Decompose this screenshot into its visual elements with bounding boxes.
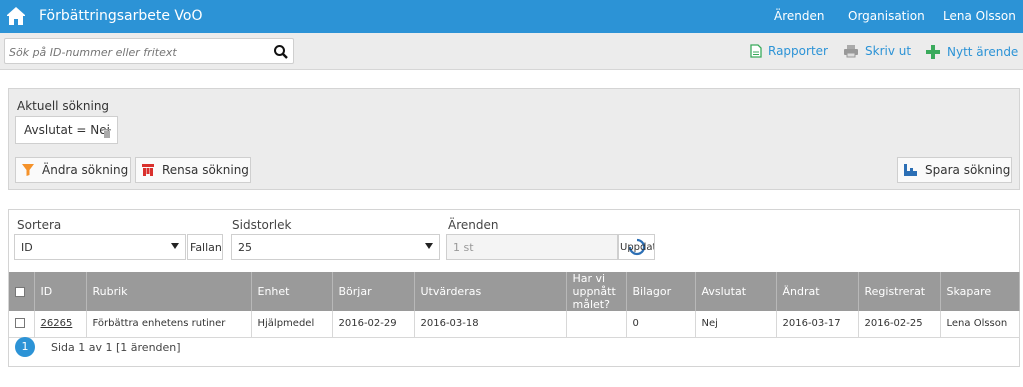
current-search-label: Aktuell sökning — [17, 99, 110, 113]
table-cell: Nej — [695, 311, 777, 338]
chevron-down-icon — [425, 243, 433, 249]
toolbar: Rapporter Skriv ut Nytt ärende — [0, 33, 1023, 70]
column-header[interactable]: Börjar — [332, 272, 415, 311]
save-search-label: Spara sökning — [925, 163, 1011, 177]
row-select-cell — [9, 311, 35, 338]
top-bar: Förbättringsarbete VoO Ärenden Organisat… — [0, 0, 1023, 33]
table-cell: 2016-02-25 — [858, 311, 941, 338]
update-button[interactable]: Uppdatera — [618, 234, 655, 260]
cases-table: ID Rubrik Enhet Börjar Utvärderas Har vi… — [9, 272, 1020, 338]
page-size-value: 25 — [238, 241, 252, 254]
table-cell: Hjälpmedel — [251, 311, 333, 338]
row-checkbox[interactable] — [15, 318, 25, 329]
select-all-checkbox[interactable] — [15, 287, 25, 297]
order-select[interactable]: Fallande — [187, 234, 223, 260]
select-all-cell — [9, 272, 35, 311]
column-header[interactable]: Bilagor — [626, 272, 696, 311]
filter-chip-text: Avslutat = Nej — [24, 123, 110, 137]
column-header[interactable]: Rubrik — [86, 272, 252, 311]
page-button[interactable]: 1 — [15, 337, 35, 357]
page-size-label: Sidstorlek — [232, 218, 292, 232]
table-row[interactable]: 26265 Förbättra enhetens rutiner Hjälpme… — [9, 311, 1020, 338]
sort-label: Sortera — [17, 218, 62, 232]
table-cell: Förbättra enhetens rutiner — [86, 311, 252, 338]
chart-icon — [904, 164, 917, 176]
column-header[interactable]: ID — [34, 272, 87, 311]
case-id-link[interactable]: 26265 — [34, 311, 87, 338]
filter-chip[interactable]: Avslutat = Nej — [15, 116, 118, 144]
cases-count-field: 1 st — [446, 234, 618, 260]
column-header[interactable]: Ändrat — [776, 272, 859, 311]
search-icon[interactable] — [273, 44, 289, 60]
filter-icon — [22, 164, 34, 176]
table-header-row: ID Rubrik Enhet Börjar Utvärderas Har vi… — [9, 272, 1020, 311]
report-icon — [750, 44, 762, 58]
column-header[interactable]: Har vi uppnått målet? — [566, 272, 627, 311]
pagination-summary: Sida 1 av 1 [1 ärenden] — [51, 341, 181, 354]
column-header[interactable]: Utvärderas — [414, 272, 567, 311]
print-label: Skriv ut — [865, 44, 912, 58]
clear-icon — [142, 164, 154, 176]
sort-select[interactable]: ID — [14, 234, 186, 260]
column-header[interactable]: Registrerat — [858, 272, 941, 311]
table-cell: 2016-02-29 — [332, 311, 415, 338]
table-cell: 2016-03-18 — [414, 311, 567, 338]
nav-user[interactable]: Lena Olsson — [943, 9, 1016, 23]
order-value: Fallande — [190, 241, 222, 254]
nav-cases[interactable]: Ärenden — [774, 9, 824, 23]
app-title: Förbättringsarbete VoO — [39, 8, 203, 24]
print-link[interactable]: Skriv ut — [843, 44, 911, 58]
reports-label: Rapporter — [768, 44, 828, 58]
cases-label: Ärenden — [448, 218, 499, 232]
update-label: Uppdatera — [620, 242, 654, 253]
reports-link[interactable]: Rapporter — [750, 44, 828, 58]
clear-search-button[interactable]: Rensa sökning — [135, 157, 251, 183]
clear-search-label: Rensa sökning — [162, 163, 249, 177]
change-search-label: Ändra sökning — [42, 163, 129, 177]
table-cell: Lena Olsson — [940, 311, 1020, 338]
cases-count-value: 1 st — [453, 241, 474, 254]
chevron-down-icon — [171, 243, 179, 249]
nav-organisation[interactable]: Organisation — [848, 9, 925, 23]
page-size-select[interactable]: 25 — [231, 234, 440, 260]
column-header[interactable]: Enhet — [251, 272, 333, 311]
trash-icon[interactable] — [103, 127, 111, 141]
column-header[interactable]: Avslutat — [695, 272, 777, 311]
search-panel: Aktuell sökning Avslutat = Nej Ändra sök… — [8, 88, 1020, 190]
save-search-button[interactable]: Spara sökning — [897, 157, 1012, 183]
home-icon[interactable] — [4, 4, 28, 28]
printer-icon — [844, 45, 858, 58]
new-case-label: Nytt ärende — [947, 45, 1019, 59]
column-header[interactable]: Skapare — [940, 272, 1020, 311]
table-cell — [566, 311, 627, 338]
search-input[interactable] — [9, 43, 269, 61]
change-search-button[interactable]: Ändra sökning — [15, 157, 131, 183]
plus-icon — [926, 45, 940, 59]
table-cell: 0 — [626, 311, 696, 338]
sort-value: ID — [21, 241, 33, 254]
table-cell: 2016-03-17 — [776, 311, 859, 338]
results-panel: Sortera ID Fallande Sidstorlek 25 Ärende… — [8, 209, 1020, 367]
search-box — [4, 38, 294, 64]
new-case-link[interactable]: Nytt ärende — [925, 44, 1018, 60]
